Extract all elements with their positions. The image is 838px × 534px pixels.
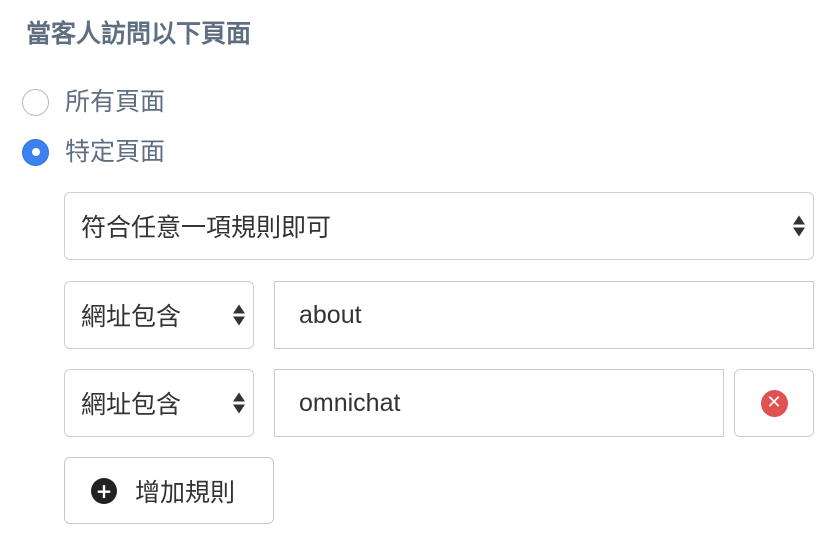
add-rule-label: 增加規則	[135, 477, 236, 507]
radio-option-all-pages[interactable]: 所有頁面	[22, 82, 165, 122]
rule-operator-value: 網址包含	[81, 390, 182, 419]
rule-value-text: omnichat	[299, 388, 401, 417]
select-arrows-icon	[233, 392, 245, 414]
select-arrows-icon	[793, 215, 805, 237]
rule-value-input[interactable]: omnichat	[274, 369, 724, 437]
rule-value-input[interactable]: about	[274, 281, 814, 349]
rule-value-text: about	[299, 300, 362, 329]
radio-label-all-pages: 所有頁面	[65, 87, 166, 116]
remove-rule-button[interactable]: ✕	[734, 369, 814, 437]
select-arrows-icon	[233, 304, 245, 326]
page-title: 當客人訪問以下頁面	[26, 19, 252, 48]
remove-circle-icon: ✕	[760, 389, 788, 417]
add-rule-button[interactable]: + 增加規則	[64, 457, 274, 524]
rule-operator-value: 網址包含	[81, 302, 182, 331]
plus-circle-icon: +	[91, 477, 117, 504]
radio-label-specific-pages: 特定頁面	[65, 137, 166, 166]
match-mode-value: 符合任意一項規則即可	[81, 213, 332, 242]
radio-option-specific-pages[interactable]: 特定頁面	[22, 132, 165, 172]
match-mode-select[interactable]: 符合任意一項規則即可	[64, 192, 814, 260]
rule-operator-select[interactable]: 網址包含	[64, 369, 254, 437]
rule-operator-select[interactable]: 網址包含	[64, 281, 254, 349]
radio-unchecked-icon[interactable]	[22, 88, 49, 116]
radio-checked-icon[interactable]	[22, 138, 49, 166]
